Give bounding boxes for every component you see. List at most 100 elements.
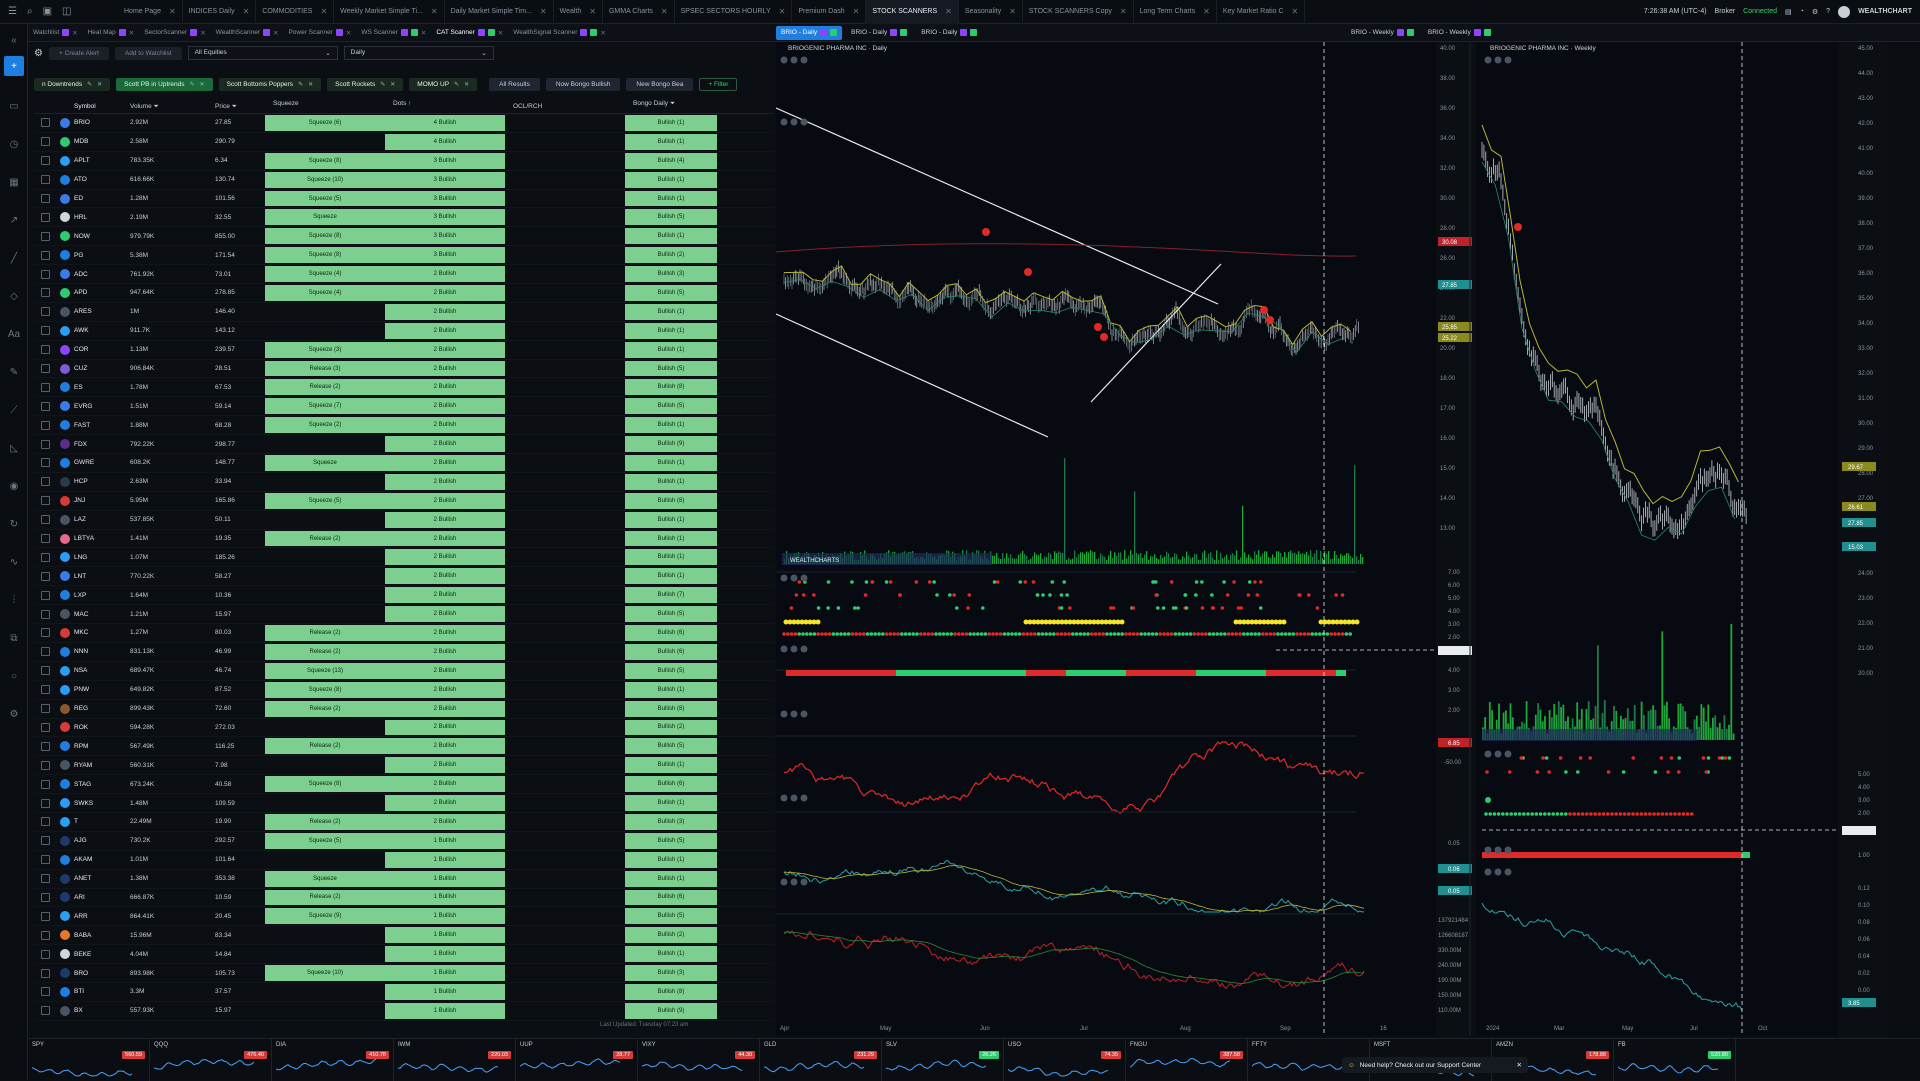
search-icon[interactable]: ⌕ bbox=[27, 6, 33, 17]
tab-item[interactable]: Daily Market Simple Tim... ✕ bbox=[445, 0, 554, 24]
row-checkbox[interactable] bbox=[41, 893, 50, 902]
row-checkbox[interactable] bbox=[41, 969, 50, 978]
table-row[interactable]: MKC 1.27M 80.03 Release (2) 2 Bullish Bullish… bbox=[34, 624, 774, 643]
col-price[interactable]: Price ⏷ bbox=[215, 103, 265, 111]
close-icon[interactable]: ✕ bbox=[945, 7, 952, 16]
cell-symbol[interactable]: FAST bbox=[74, 422, 130, 429]
shape-icon[interactable]: ◇ bbox=[4, 286, 24, 306]
gear-icon[interactable]: ⚙ bbox=[34, 48, 43, 59]
col-ocl[interactable]: OCL/RCH bbox=[505, 103, 625, 110]
close-icon[interactable]: ✕ bbox=[1009, 7, 1016, 16]
cell-symbol[interactable]: BEKE bbox=[74, 951, 130, 958]
tab-item[interactable]: Premium Dash ✕ bbox=[792, 0, 866, 24]
tab-item[interactable]: STOCK SCANNERS Copy ✕ bbox=[1023, 0, 1134, 24]
close-icon[interactable]: ✕ bbox=[1517, 1061, 1522, 1069]
close-icon[interactable]: ✕ bbox=[853, 7, 860, 16]
edit-icon[interactable]: ✎ bbox=[190, 81, 195, 88]
scanner-chip[interactable]: MOMO UP ✎ ✕ bbox=[409, 78, 477, 91]
table-row[interactable]: ADC 761.92K 73.01 Squeeze (4) 2 Bullish Bulli… bbox=[34, 265, 774, 284]
scanner-chip[interactable]: n Downtrends ✎ ✕ bbox=[34, 78, 110, 91]
table-row[interactable]: MAC 1.21M 15.97 2 Bullish Bullish (5) bbox=[34, 605, 774, 624]
mini-chart[interactable]: QQQ 476.40 bbox=[150, 1039, 272, 1081]
mini-chart[interactable]: SPY 560.59 bbox=[28, 1039, 150, 1081]
cell-symbol[interactable]: ARI bbox=[74, 894, 130, 901]
chart-tab[interactable]: BRIO - Weekly bbox=[1346, 26, 1419, 40]
row-checkbox[interactable] bbox=[41, 723, 50, 732]
row-checkbox[interactable] bbox=[41, 912, 50, 921]
row-checkbox[interactable] bbox=[41, 761, 50, 770]
row-checkbox[interactable] bbox=[41, 402, 50, 411]
table-row[interactable]: RYAM 560.31K 7.98 2 Bullish Bullish (1) bbox=[34, 756, 774, 775]
eye-icon[interactable]: ◉ bbox=[4, 476, 24, 496]
table-row[interactable]: CUZ 906.84K 28.51 Release (3) 2 Bullish Bulli… bbox=[34, 360, 774, 379]
close-icon[interactable]: ✕ bbox=[661, 7, 668, 16]
close-icon[interactable]: ✕ bbox=[97, 81, 102, 88]
table-row[interactable]: BEKE 4.04M 14.84 1 Bullish Bullish (1) bbox=[34, 945, 774, 964]
table-row[interactable]: LXP 1.64M 10.36 2 Bullish Bullish (7) bbox=[34, 586, 774, 605]
row-checkbox[interactable] bbox=[41, 553, 50, 562]
cell-symbol[interactable]: T bbox=[74, 818, 130, 825]
table-row[interactable]: BX 557.93K 15.97 1 Bullish Bullish (9) bbox=[34, 1002, 774, 1021]
table-row[interactable]: NNN 831.13K 46.99 Release (2) 2 Bullish Bulli… bbox=[34, 643, 774, 662]
cell-symbol[interactable]: MKC bbox=[74, 629, 130, 636]
table-row[interactable]: T 22.49M 19.90 Release (2) 2 Bullish Bullish … bbox=[34, 813, 774, 832]
panel-tab[interactable]: Power Scanner ✕ bbox=[283, 29, 356, 37]
timeframe-select[interactable]: Daily ⌄ bbox=[344, 46, 494, 60]
table-row[interactable]: LNG 1.07M 185.26 2 Bullish Bullish (1) bbox=[34, 548, 774, 567]
tab-item[interactable]: Weekly Market Simple Ti... ✕ bbox=[334, 0, 444, 24]
stats-icon[interactable]: ⫶ bbox=[4, 590, 24, 610]
table-row[interactable]: PG 5.38M 171.54 Squeeze (8) 3 Bullish Bullish… bbox=[34, 246, 774, 265]
close-icon[interactable]: ✕ bbox=[273, 29, 278, 37]
cell-symbol[interactable]: ES bbox=[74, 384, 130, 391]
table-row[interactable]: HCP 2.63M 33.94 2 Bullish Bullish (1) bbox=[34, 473, 774, 492]
universe-select[interactable]: All Equities ⌄ bbox=[188, 46, 338, 60]
table-row[interactable]: SWKS 1.48M 109.59 2 Bullish Bullish (1) bbox=[34, 794, 774, 813]
close-icon[interactable]: ✕ bbox=[589, 7, 596, 16]
tab-item[interactable]: Seasonality ✕ bbox=[959, 0, 1023, 24]
ruler-icon[interactable]: ⟋ bbox=[4, 400, 24, 420]
close-icon[interactable]: ✕ bbox=[308, 81, 313, 88]
row-checkbox[interactable] bbox=[41, 515, 50, 524]
cell-symbol[interactable]: ED bbox=[74, 195, 130, 202]
row-checkbox[interactable] bbox=[41, 156, 50, 165]
cell-symbol[interactable]: BRO bbox=[74, 970, 130, 977]
settings-icon[interactable]: ⚙ bbox=[4, 704, 24, 724]
row-checkbox[interactable] bbox=[41, 1006, 50, 1015]
row-checkbox[interactable] bbox=[41, 666, 50, 675]
table-row[interactable]: ATO 616.66K 130.74 Squeeze (10) 3 Bullish Bul… bbox=[34, 171, 774, 190]
col-volume[interactable]: Volume ⏷ bbox=[130, 103, 215, 111]
cell-symbol[interactable]: BABA bbox=[74, 932, 130, 939]
col-bongo[interactable]: Bongo Daily ⏷ bbox=[625, 100, 717, 113]
close-icon[interactable]: ✕ bbox=[320, 7, 327, 16]
text-icon[interactable]: Aa bbox=[4, 324, 24, 344]
close-icon[interactable]: ✕ bbox=[243, 7, 250, 16]
panel-tab[interactable]: WS Scanner ✕ bbox=[356, 29, 431, 37]
row-checkbox[interactable] bbox=[41, 213, 50, 222]
row-checkbox[interactable] bbox=[41, 874, 50, 883]
cell-symbol[interactable]: PG bbox=[74, 252, 130, 259]
table-row[interactable]: BRO 893.98K 105.73 Squeeze (10) 1 Bullish Bul… bbox=[34, 964, 774, 983]
row-checkbox[interactable] bbox=[41, 572, 50, 581]
avatar[interactable] bbox=[1838, 6, 1850, 18]
table-row[interactable]: FAST 1.88M 68.28 Squeeze (2) 2 Bullish Bullis… bbox=[34, 416, 774, 435]
filter-icon[interactable]: ⏷ bbox=[670, 100, 675, 107]
cell-symbol[interactable]: STAG bbox=[74, 781, 130, 788]
table-row[interactable]: LBTYA 1.41M 19.35 Release (2) 2 Bullish Bulli… bbox=[34, 530, 774, 549]
table-row[interactable]: NOW 979.79K 855.00 Squeeze (8) 3 Bullish Bull… bbox=[34, 227, 774, 246]
panel-tab[interactable]: Heat Map ✕ bbox=[83, 29, 140, 37]
row-checkbox[interactable] bbox=[41, 950, 50, 959]
row-checkbox[interactable] bbox=[41, 326, 50, 335]
table-row[interactable]: APLT 783.35K 6.34 Squeeze (8) 3 Bullish Bulli… bbox=[34, 152, 774, 171]
cell-symbol[interactable]: ATO bbox=[74, 176, 130, 183]
charts-svg[interactable]: BRIOGENIC PHARMA INC · Daily BRIOGENIC PH… bbox=[776, 42, 1920, 1036]
edit-icon[interactable]: ✎ bbox=[380, 81, 385, 88]
sort-icon[interactable]: ↑ bbox=[408, 100, 411, 107]
edit-icon[interactable]: ✎ bbox=[87, 81, 92, 88]
menu-icon[interactable]: ☰ bbox=[8, 6, 17, 17]
row-checkbox[interactable] bbox=[41, 458, 50, 467]
cell-symbol[interactable]: LBTYA bbox=[74, 535, 130, 542]
brush-icon[interactable]: ✎ bbox=[4, 362, 24, 382]
cell-symbol[interactable]: NSA bbox=[74, 667, 130, 674]
cell-symbol[interactable]: LAZ bbox=[74, 516, 130, 523]
cell-symbol[interactable]: ROK bbox=[74, 724, 130, 731]
